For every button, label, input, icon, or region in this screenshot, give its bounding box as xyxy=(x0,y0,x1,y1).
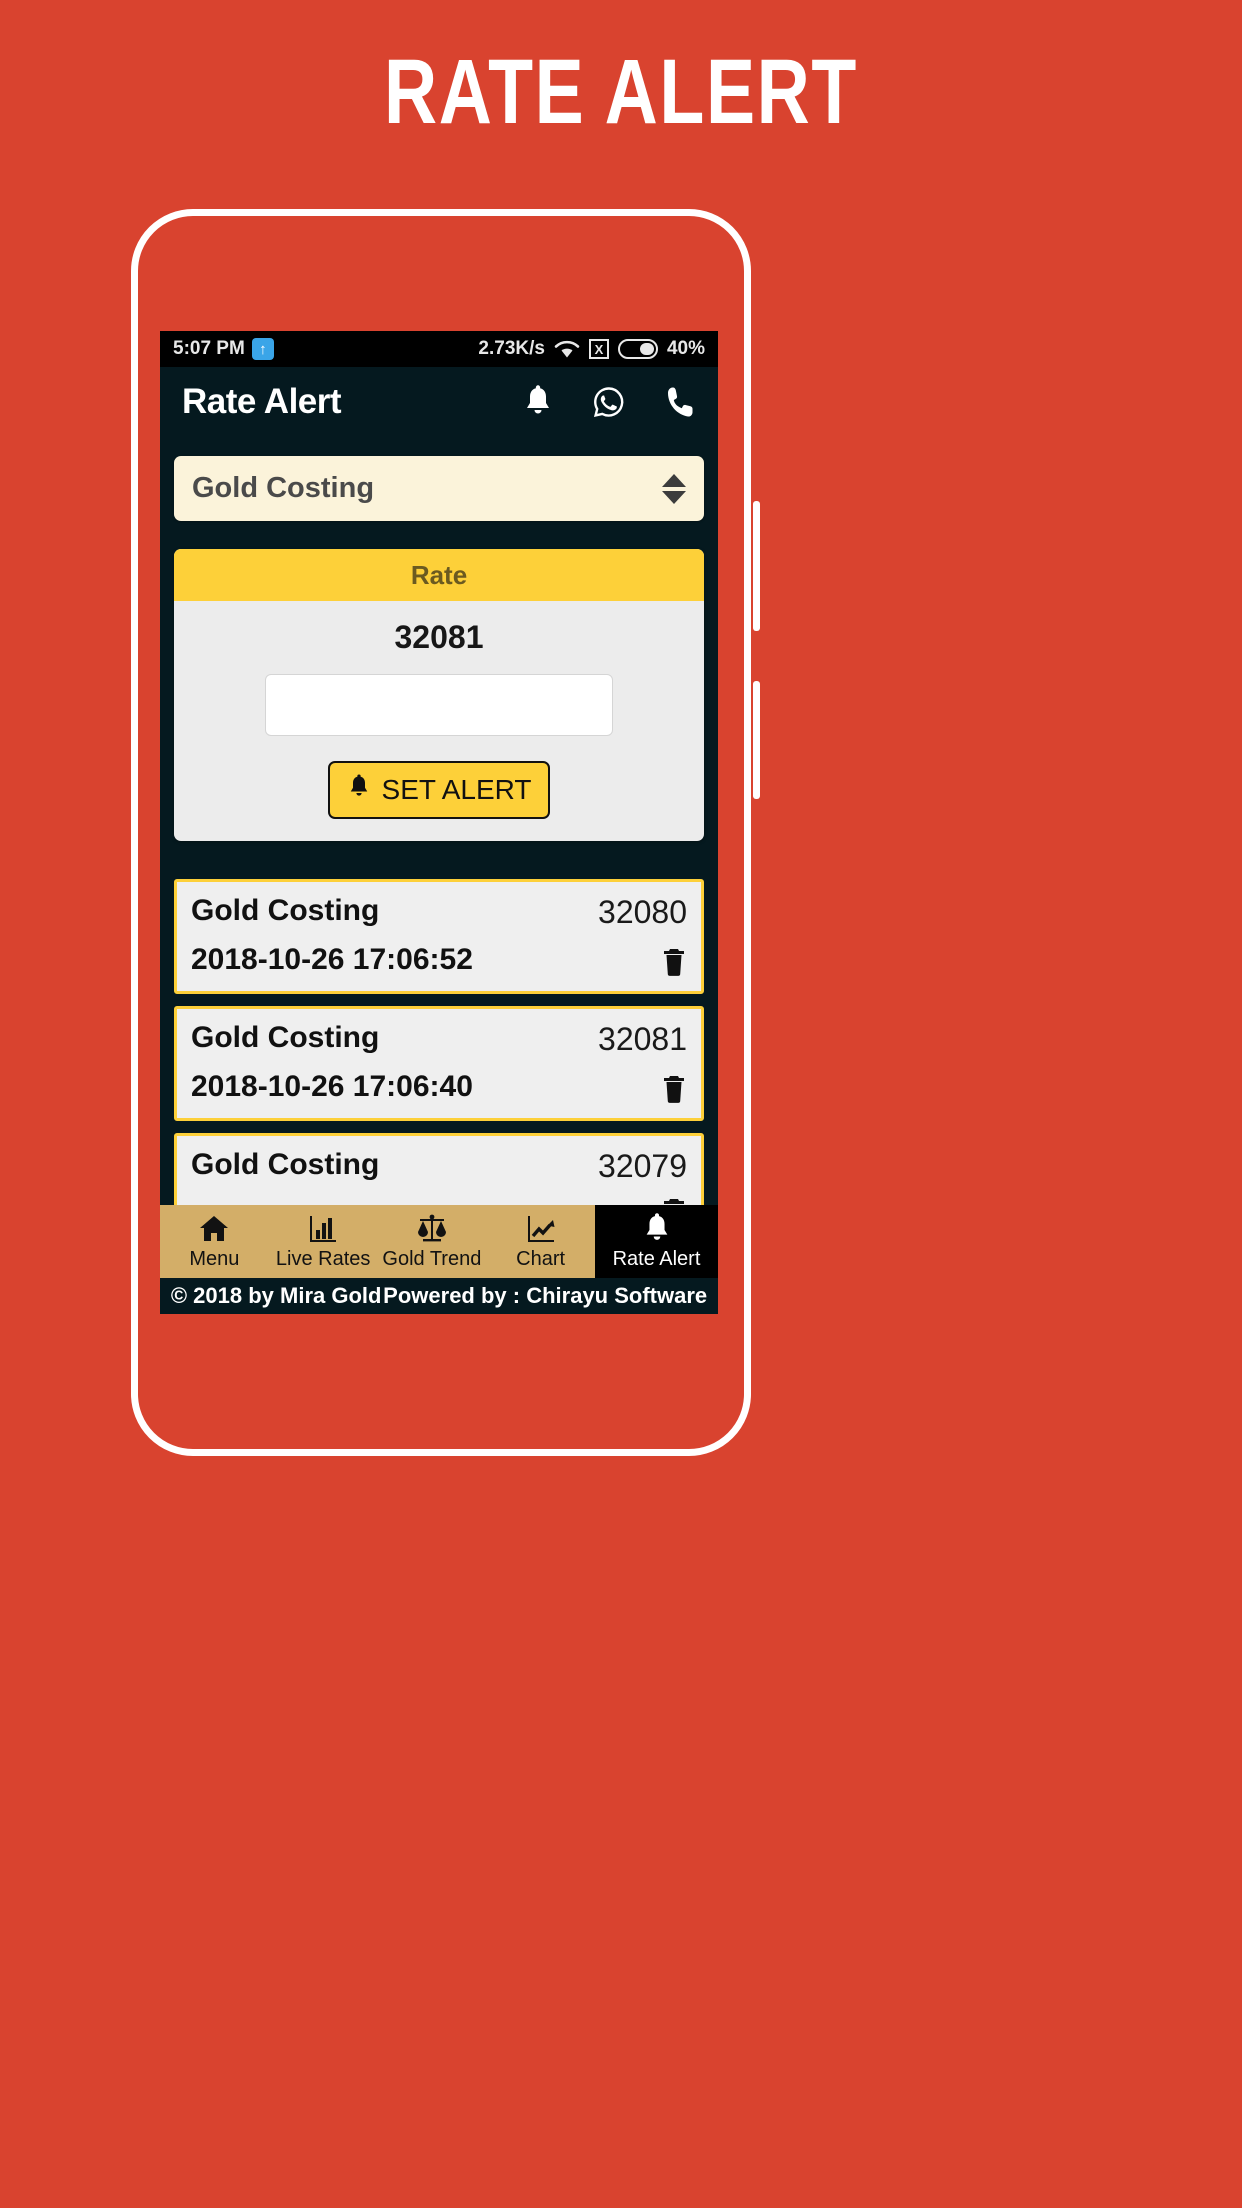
trash-icon[interactable] xyxy=(661,947,687,977)
upload-arrow-icon: ↑ xyxy=(251,338,274,360)
alert-rate-input[interactable] xyxy=(265,674,613,736)
power-button[interactable] xyxy=(753,681,760,799)
line-chart-icon xyxy=(525,1212,557,1246)
status-bar-left: 5:07 PM ↑ xyxy=(173,338,274,360)
alert-list: Gold Costing 32080 2018-10-26 17:06:52 G… xyxy=(174,879,704,1244)
footer-copyright: © 2018 by Mira Gold xyxy=(170,1283,382,1308)
alert-item-name: Gold Costing xyxy=(191,894,380,927)
commodity-select-value: Gold Costing xyxy=(192,472,375,504)
footer-bar: © 2018 by Mira Gold Powered by : Chirayu… xyxy=(160,1278,718,1314)
footer-powered-by: Powered by : Chirayu Software xyxy=(383,1283,708,1308)
nav-item-label: Menu xyxy=(189,1248,240,1270)
nav-item-gold-trend[interactable]: Gold Trend xyxy=(378,1205,487,1278)
bell-icon xyxy=(641,1212,673,1246)
alert-item-timestamp: 2018-10-26 17:06:40 xyxy=(191,1070,473,1103)
nav-item-menu[interactable]: Menu xyxy=(160,1205,269,1278)
alert-item-value: 32081 xyxy=(598,1021,687,1057)
bottom-navigation: Menu Live Rates Gold Trend Chart Rate Al… xyxy=(160,1205,718,1278)
alert-item-top-row: Gold Costing 32081 xyxy=(191,1021,687,1058)
alert-item-bottom-row: 2018-10-26 17:06:40 xyxy=(191,1070,687,1104)
nav-item-chart[interactable]: Chart xyxy=(486,1205,595,1278)
nav-item-rate-alert[interactable]: Rate Alert xyxy=(595,1205,718,1278)
bell-icon[interactable] xyxy=(522,384,554,419)
alert-item-value: 32080 xyxy=(598,894,687,930)
wifi-icon xyxy=(554,339,580,359)
updown-arrows-icon xyxy=(662,473,686,504)
status-bar-right: 2.73K/s X 40% xyxy=(478,338,705,360)
alert-item-name: Gold Costing xyxy=(191,1021,380,1054)
scales-icon xyxy=(415,1212,449,1246)
app-bar: Rate Alert xyxy=(160,367,718,436)
alert-item-bottom-row: 2018-10-26 17:06:52 xyxy=(191,943,687,977)
nav-item-label: Rate Alert xyxy=(612,1248,701,1270)
home-icon xyxy=(198,1212,230,1246)
alert-item-top-row: Gold Costing 32080 xyxy=(191,894,687,931)
alert-item-name: Gold Costing xyxy=(191,1148,380,1181)
whatsapp-icon[interactable] xyxy=(592,385,626,419)
app-title: Rate Alert xyxy=(182,381,342,421)
bar-chart-icon xyxy=(307,1212,339,1246)
rate-card-header: Rate xyxy=(174,549,704,601)
network-speed-label: 2.73K/s xyxy=(478,338,545,359)
battery-percent-label: 40% xyxy=(666,338,705,359)
nav-item-label: Live Rates xyxy=(275,1248,371,1270)
trash-icon[interactable] xyxy=(661,1074,687,1104)
nav-item-label: Gold Trend xyxy=(382,1248,482,1270)
volume-rocker-button[interactable] xyxy=(753,501,760,631)
phone-screen: 5:07 PM ↑ 2.73K/s X 40% Rate Alert Gold … xyxy=(160,331,718,1314)
alert-item-top-row: Gold Costing 32079 xyxy=(191,1148,687,1185)
phone-icon[interactable] xyxy=(664,385,696,419)
alert-item-value: 32079 xyxy=(598,1148,687,1184)
alert-list-item[interactable]: Gold Costing 32080 2018-10-26 17:06:52 xyxy=(174,879,704,994)
rate-card: Rate 32081 SET ALERT xyxy=(174,549,704,841)
commodity-select[interactable]: Gold Costing xyxy=(174,456,704,521)
set-alert-button[interactable]: SET ALERT xyxy=(328,761,550,819)
current-rate-value: 32081 xyxy=(394,619,484,655)
alert-list-item[interactable]: Gold Costing 32081 2018-10-26 17:06:40 xyxy=(174,1006,704,1121)
status-time: 5:07 PM xyxy=(173,338,245,359)
screen-content: Gold Costing Rate 32081 SET ALERT Gold C… xyxy=(160,436,718,1314)
status-bar: 5:07 PM ↑ 2.73K/s X 40% xyxy=(160,331,718,367)
no-sim-icon: X xyxy=(588,339,609,359)
app-bar-actions xyxy=(522,384,696,419)
nav-item-live-rates[interactable]: Live Rates xyxy=(269,1205,378,1278)
battery-icon xyxy=(617,339,658,359)
nav-item-label: Chart xyxy=(516,1248,566,1270)
page-title: RATE ALERT xyxy=(384,41,858,143)
set-alert-button-label: SET ALERT xyxy=(381,774,532,805)
bell-icon xyxy=(347,773,371,807)
alert-item-timestamp: 2018-10-26 17:06:52 xyxy=(191,943,473,976)
